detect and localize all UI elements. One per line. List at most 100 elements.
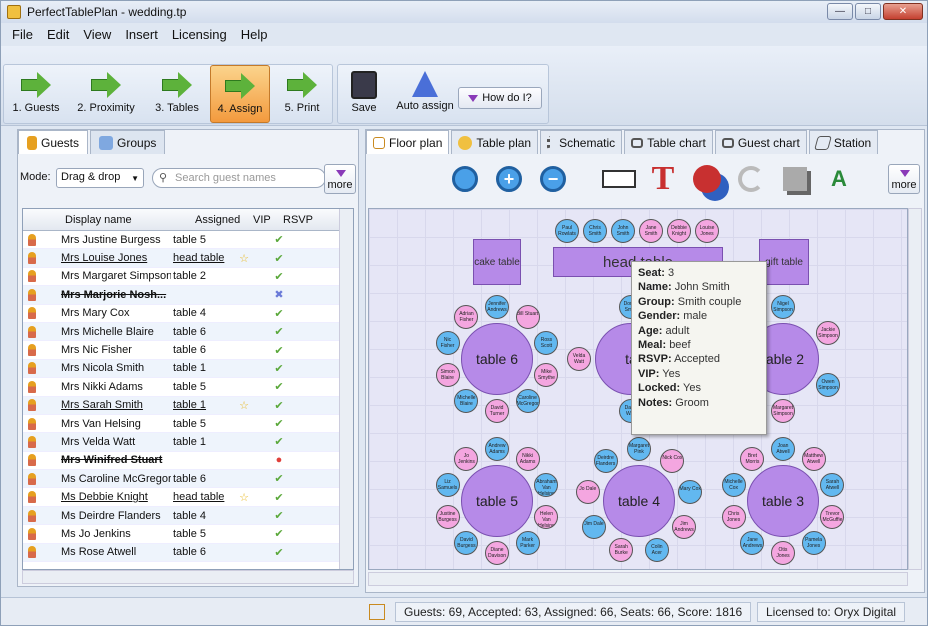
seat[interactable]: Michelle Blaire: [454, 389, 479, 414]
layer-button[interactable]: [776, 160, 814, 198]
seat[interactable]: John Smith: [611, 219, 635, 243]
proximity-step-button[interactable]: 2. Proximity: [70, 65, 142, 123]
seat[interactable]: Jane Andrews: [740, 531, 765, 556]
table-row[interactable]: Mrs Velda Watt table 1 ✔: [23, 433, 353, 452]
seat[interactable]: Helen Van Helsing: [534, 505, 559, 530]
seat[interactable]: Sarah Atwell: [820, 472, 845, 497]
print-step-button[interactable]: 5. Print: [274, 65, 330, 123]
zoom-in-button[interactable]: +: [490, 160, 528, 198]
more-button[interactable]: more: [324, 164, 356, 194]
floor-plan-canvas[interactable]: cake table head table gift table table 6…: [368, 208, 908, 570]
tab-stationery[interactable]: Station: [808, 130, 879, 154]
seat[interactable]: Jim Andrews: [672, 515, 697, 539]
table-row[interactable]: Mrs Nicola Smith table 1 ✔: [23, 359, 353, 379]
seat[interactable]: Bill Stuart: [515, 304, 540, 329]
tab-table-plan[interactable]: Table plan: [451, 130, 539, 154]
seat[interactable]: Matthew Atwell: [801, 446, 826, 471]
seat[interactable]: Sarah Burke: [609, 537, 634, 562]
ruler-button[interactable]: [600, 160, 638, 198]
seat[interactable]: Louise Jones: [695, 219, 719, 243]
table-row[interactable]: Ms Caroline McGregor table 6 ✔: [23, 470, 353, 489]
seat[interactable]: Ross Scott: [534, 330, 559, 355]
table-row[interactable]: Ms Jo Jenkins table 5 ✔: [23, 525, 353, 544]
seat[interactable]: Nick Cox: [660, 449, 685, 474]
seat[interactable]: Mark Parker: [515, 531, 540, 556]
plan-more-button[interactable]: more: [888, 164, 920, 194]
seat[interactable]: Mary Cox: [678, 479, 703, 504]
col-display-name[interactable]: Display name: [61, 209, 191, 230]
plan-vertical-scrollbar[interactable]: [908, 208, 922, 570]
seat[interactable]: Debbie Knight: [667, 219, 691, 243]
seat[interactable]: Deirdre Flanders: [593, 449, 618, 474]
zoom-fit-button[interactable]: [446, 160, 484, 198]
seat[interactable]: Caroline McGregor: [515, 389, 540, 414]
seat[interactable]: Trevor McGuffie: [820, 505, 845, 530]
menu-view[interactable]: View: [83, 27, 111, 42]
cake-table[interactable]: cake table: [473, 239, 521, 285]
seat[interactable]: Andrew Adams: [485, 437, 509, 461]
table-row[interactable]: Mrs Sarah Smith table 1 ☆ ✔: [23, 396, 353, 415]
grid-vertical-scrollbar[interactable]: [339, 209, 353, 569]
table-row[interactable]: Mrs Winifred Stuart ●: [23, 452, 353, 471]
menu-insert[interactable]: Insert: [125, 27, 158, 42]
table-row[interactable]: Mrs Michelle Blaire table 6 ✔: [23, 322, 353, 342]
seat[interactable]: Diane Davison: [485, 541, 509, 565]
seat[interactable]: Nikki Adams: [515, 446, 540, 471]
grid-horizontal-scrollbar[interactable]: [22, 570, 354, 584]
seat[interactable]: Simon Blaire: [435, 363, 460, 388]
seat[interactable]: Colin Acer: [644, 537, 669, 562]
table-row[interactable]: Ms Debbie Knight head table ☆ ✔: [23, 488, 353, 507]
seat[interactable]: Jackie Simpson: [816, 321, 841, 345]
seat[interactable]: Nic Fisher: [435, 330, 460, 355]
seat[interactable]: Margaret Pink: [627, 437, 651, 461]
seat[interactable]: Mike Smythe: [534, 363, 559, 388]
close-button[interactable]: ✕: [883, 3, 923, 20]
table-row[interactable]: Mrs Van Helsing table 5 ✔: [23, 415, 353, 434]
round-table[interactable]: table 5: [461, 465, 533, 537]
table-row[interactable]: Mrs Nikki Adams table 5 ✔: [23, 378, 353, 397]
seat[interactable]: Joan Atwell: [771, 437, 795, 461]
plan-horizontal-scrollbar[interactable]: [368, 572, 908, 586]
seat[interactable]: David Turner: [485, 399, 509, 423]
menu-licensing[interactable]: Licensing: [172, 27, 227, 42]
mode-select[interactable]: Drag & drop ▼: [56, 168, 144, 188]
seat[interactable]: Paul Rowlats: [555, 219, 579, 243]
table-row[interactable]: Mrs Mary Cox table 4 ✔: [23, 305, 353, 323]
seat[interactable]: Owen Simpson: [816, 373, 841, 397]
menu-help[interactable]: Help: [241, 27, 268, 42]
seat[interactable]: Jane Smith: [639, 219, 663, 243]
col-assigned[interactable]: Assigned: [191, 209, 249, 230]
seat[interactable]: Chris Smith: [583, 219, 607, 243]
tab-floor-plan[interactable]: Floor plan: [366, 130, 450, 154]
seat[interactable]: Liz Samuels: [435, 472, 460, 497]
tab-table-chart[interactable]: Table chart: [624, 130, 713, 154]
round-table[interactable]: table 4: [603, 465, 675, 537]
seat[interactable]: Margaret Simpson: [771, 399, 795, 423]
seat[interactable]: Jennifer Andrews: [485, 295, 509, 319]
menu-edit[interactable]: Edit: [47, 27, 69, 42]
seat[interactable]: Otis Jones: [771, 541, 795, 565]
assign-step-button[interactable]: 4. Assign: [210, 65, 270, 123]
seat[interactable]: Adrian Fisher: [454, 304, 479, 329]
seat[interactable]: Abraham Van Helsing: [534, 472, 559, 497]
table-row[interactable]: Mrs Justine Burgess table 5 ✔: [23, 231, 353, 250]
tab-groups[interactable]: Groups: [90, 130, 166, 154]
search-input[interactable]: ⚲ Search guest names: [152, 168, 326, 188]
minimize-button[interactable]: —: [827, 3, 853, 20]
maximize-button[interactable]: □: [855, 3, 881, 20]
seat[interactable]: Justine Burgess: [435, 505, 460, 530]
tables-step-button[interactable]: 3. Tables: [146, 65, 208, 123]
col-rsvp[interactable]: RSVP: [279, 209, 319, 230]
tab-guests[interactable]: Guests: [18, 130, 89, 154]
how-do-i-button[interactable]: How do I?: [458, 87, 542, 109]
col-vip[interactable]: VIP: [249, 209, 279, 230]
format-painter-button[interactable]: A: [820, 160, 858, 198]
seat[interactable]: Pamela Jones: [801, 531, 826, 556]
round-table[interactable]: table 6: [461, 323, 533, 395]
round-table[interactable]: table 3: [747, 465, 819, 537]
seat[interactable]: Chris Jones: [721, 505, 746, 530]
tab-schematic[interactable]: Schematic: [540, 130, 623, 154]
table-row[interactable]: Mrs Margaret Simpson table 2 ✔: [23, 268, 353, 287]
table-row[interactable]: Mrs Marjorie Nosh... ✖: [23, 286, 353, 305]
guests-step-button[interactable]: 1. Guests: [6, 65, 66, 123]
